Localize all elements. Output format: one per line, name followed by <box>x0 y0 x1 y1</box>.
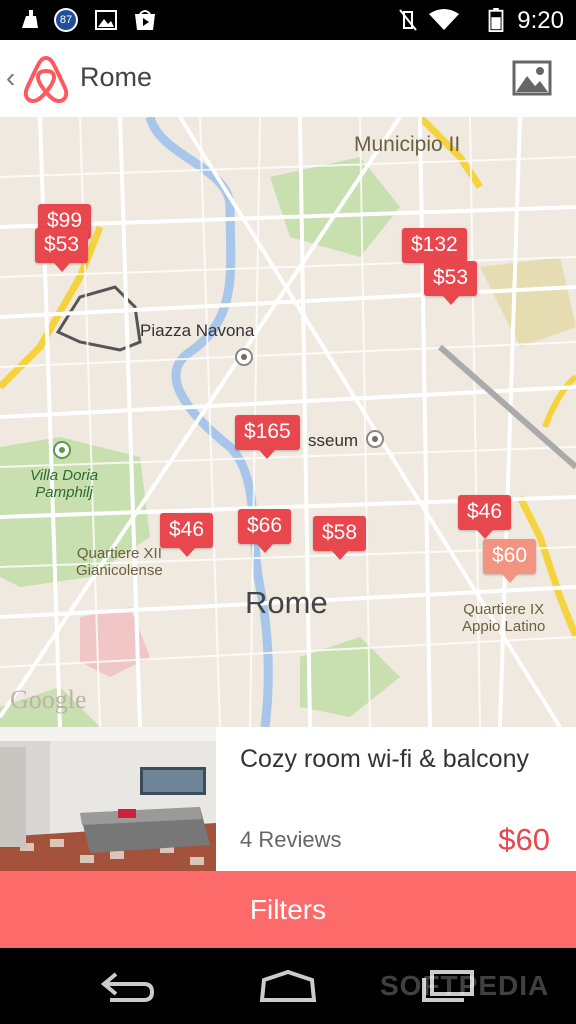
navigation-bar: SOFTPEDIA <box>0 948 576 1024</box>
listing-title[interactable]: Cozy room wi-fi & balcony <box>240 741 560 778</box>
price-pin[interactable]: $46 <box>160 513 214 557</box>
back-nav-icon[interactable] <box>100 968 156 1004</box>
price-pin[interactable]: $46 <box>458 495 512 539</box>
filters-button[interactable]: Filters <box>0 871 576 948</box>
photo-view-icon[interactable] <box>512 60 552 96</box>
map-label-quartiere-ix: Quartiere IX Appio Latino <box>462 601 546 635</box>
mute-icon <box>399 9 417 31</box>
map-label-rome: Rome <box>245 585 328 620</box>
price-pin[interactable]: $53 <box>35 228 89 272</box>
map-label-piazza-navona: Piazza Navona <box>140 321 255 340</box>
map-label-colosseum: sseum <box>308 431 359 450</box>
price-pin[interactable]: $66 <box>238 509 292 553</box>
home-nav-icon[interactable] <box>258 968 318 1004</box>
cleaner-icon <box>22 10 38 28</box>
google-logo: Google <box>10 685 87 714</box>
listing-reviews: 4 Reviews <box>240 827 342 852</box>
back-chevron-icon[interactable]: ‹ <box>6 62 15 94</box>
wifi-icon <box>429 9 459 30</box>
listing-photo[interactable] <box>0 727 216 871</box>
price-pin[interactable]: $58 <box>313 516 367 560</box>
battery-icon <box>488 8 504 32</box>
watermark: SOFTPEDIA <box>380 970 550 1001</box>
price-pin[interactable]: $132 <box>402 228 467 272</box>
app-bar: ‹ Rome <box>0 40 576 118</box>
price-pin[interactable]: $165 <box>235 415 300 459</box>
status-bar: 87 9:20 <box>0 0 576 40</box>
notification-badge: 87 <box>54 8 78 32</box>
map-label-municipio: Municipio II <box>354 133 461 156</box>
map-view[interactable]: Municipio II Piazza Navona sseum Villa D… <box>0 117 576 727</box>
city-title: Rome <box>80 62 153 92</box>
price-pin-selected[interactable]: $60 <box>483 539 537 583</box>
listing-price: $60 <box>498 822 550 857</box>
listing-card[interactable]: Cozy room wi-fi & balcony 4 Reviews $60 <box>0 727 576 871</box>
airbnb-logo-icon[interactable] <box>21 54 71 104</box>
map-label-quartiere-xii: Quartiere XII Gianicolense <box>76 545 163 579</box>
image-icon <box>95 10 117 30</box>
play-store-icon <box>135 10 155 30</box>
price-pin[interactable]: $53 <box>424 261 478 305</box>
map-label-villa-doria: Villa Doria Pamphilj <box>30 467 99 501</box>
status-time: 9:20 <box>517 7 564 34</box>
